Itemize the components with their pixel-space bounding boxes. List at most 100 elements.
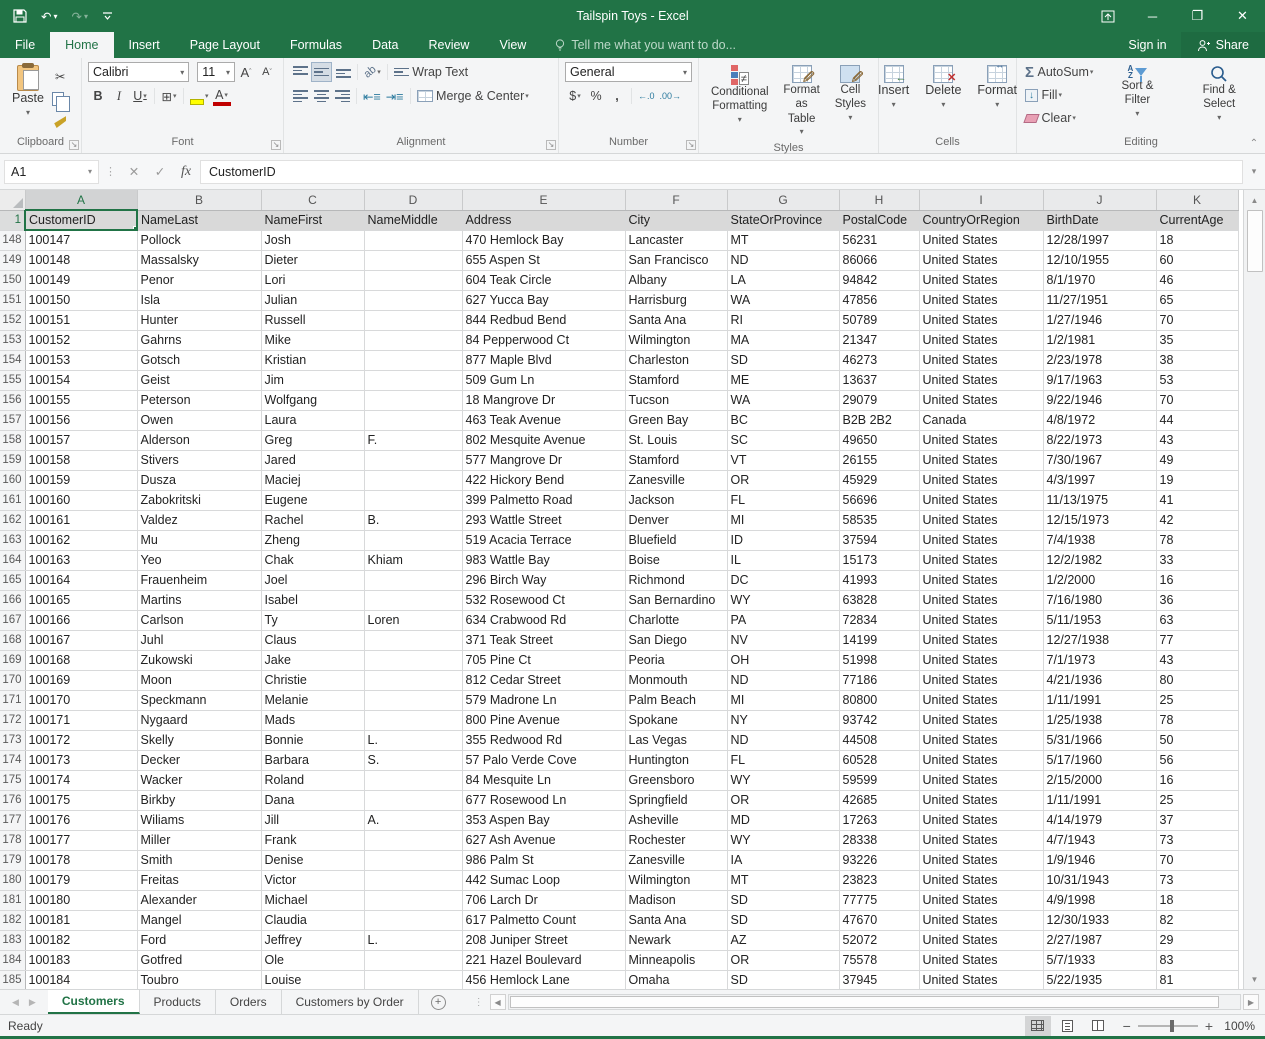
cell[interactable]: MI bbox=[727, 690, 839, 710]
cell[interactable]: Jake bbox=[261, 650, 364, 670]
cell[interactable]: Wacker bbox=[137, 770, 261, 790]
number-dialog-launcher[interactable]: ↘ bbox=[686, 140, 696, 150]
cell[interactable] bbox=[364, 570, 462, 590]
align-center-button[interactable] bbox=[311, 86, 331, 106]
cell[interactable]: 706 Larch Dr bbox=[462, 890, 625, 910]
row-header[interactable]: 181 bbox=[0, 890, 25, 910]
cell[interactable]: 29079 bbox=[839, 390, 919, 410]
cell[interactable]: 100161 bbox=[25, 510, 137, 530]
redo-button[interactable]: ↷▾ bbox=[67, 6, 94, 27]
cell[interactable]: Isla bbox=[137, 290, 261, 310]
cell[interactable]: United States bbox=[919, 290, 1043, 310]
sheet-tab-products[interactable]: Products bbox=[140, 990, 216, 1014]
cell[interactable]: United States bbox=[919, 790, 1043, 810]
column-header-A[interactable]: A bbox=[25, 190, 137, 210]
row-header[interactable]: 168 bbox=[0, 630, 25, 650]
cell[interactable]: 100152 bbox=[25, 330, 137, 350]
cell[interactable]: 80800 bbox=[839, 690, 919, 710]
cell[interactable]: Bluefield bbox=[625, 530, 727, 550]
cell[interactable]: Alderson bbox=[137, 430, 261, 450]
cell[interactable]: 81 bbox=[1156, 970, 1238, 989]
column-header-E[interactable]: E bbox=[462, 190, 625, 210]
cell[interactable]: 4/21/1936 bbox=[1043, 670, 1156, 690]
zoom-in-button[interactable]: + bbox=[1205, 1018, 1213, 1034]
row-header[interactable]: 165 bbox=[0, 570, 25, 590]
cell[interactable]: 293 Wattle Street bbox=[462, 510, 625, 530]
cell[interactable]: 35 bbox=[1156, 330, 1238, 350]
cell[interactable]: United States bbox=[919, 690, 1043, 710]
cell[interactable]: 1/11/1991 bbox=[1043, 690, 1156, 710]
cell[interactable]: 655 Aspen St bbox=[462, 250, 625, 270]
cell[interactable]: 100179 bbox=[25, 870, 137, 890]
row-header[interactable]: 152 bbox=[0, 310, 25, 330]
cell[interactable]: 100163 bbox=[25, 550, 137, 570]
cell[interactable]: Greensboro bbox=[625, 770, 727, 790]
cell[interactable] bbox=[364, 450, 462, 470]
cell[interactable]: Russell bbox=[261, 310, 364, 330]
cell[interactable] bbox=[364, 350, 462, 370]
cell[interactable]: 53 bbox=[1156, 370, 1238, 390]
column-header-G[interactable]: G bbox=[727, 190, 839, 210]
cell[interactable]: 812 Cedar Street bbox=[462, 670, 625, 690]
row-header[interactable]: 150 bbox=[0, 270, 25, 290]
cell[interactable]: Loren bbox=[364, 610, 462, 630]
cell[interactable]: 19 bbox=[1156, 470, 1238, 490]
cell[interactable]: 100153 bbox=[25, 350, 137, 370]
cell[interactable]: SD bbox=[727, 970, 839, 989]
cell[interactable]: United States bbox=[919, 450, 1043, 470]
cell[interactable]: Greg bbox=[261, 430, 364, 450]
cell[interactable]: Zabokritski bbox=[137, 490, 261, 510]
clear-button[interactable]: Clear▾ bbox=[1023, 108, 1078, 128]
cell[interactable]: AZ bbox=[727, 930, 839, 950]
cell[interactable]: Denise bbox=[261, 850, 364, 870]
cell[interactable]: WY bbox=[727, 830, 839, 850]
cell[interactable]: 72834 bbox=[839, 610, 919, 630]
cell[interactable]: Santa Ana bbox=[625, 910, 727, 930]
cell[interactable] bbox=[364, 970, 462, 989]
copy-button[interactable]: ▾ bbox=[50, 89, 71, 109]
cell[interactable]: DC bbox=[727, 570, 839, 590]
cell[interactable]: Mike bbox=[261, 330, 364, 350]
cell[interactable] bbox=[364, 330, 462, 350]
cell[interactable]: Mads bbox=[261, 710, 364, 730]
column-header-J[interactable]: J bbox=[1043, 190, 1156, 210]
row-header[interactable]: 162 bbox=[0, 510, 25, 530]
cell[interactable] bbox=[364, 790, 462, 810]
tab-scroll-splitter[interactable]: ⋮ bbox=[474, 997, 484, 1008]
cell[interactable]: 2/27/1987 bbox=[1043, 930, 1156, 950]
formula-input[interactable]: CustomerID bbox=[200, 160, 1243, 184]
cell[interactable]: SD bbox=[727, 350, 839, 370]
cell[interactable]: StateOrProvince bbox=[727, 210, 839, 230]
cell[interactable]: MI bbox=[727, 510, 839, 530]
cell[interactable]: ND bbox=[727, 730, 839, 750]
row-header[interactable]: 151 bbox=[0, 290, 25, 310]
cell[interactable]: 456 Hemlock Lane bbox=[462, 970, 625, 989]
cell[interactable]: United States bbox=[919, 530, 1043, 550]
wrap-text-button[interactable]: Wrap Text bbox=[392, 62, 470, 82]
font-size-combo[interactable]: 11▾ bbox=[197, 62, 235, 82]
cell[interactable]: 5/22/1935 bbox=[1043, 970, 1156, 989]
cell[interactable]: City bbox=[625, 210, 727, 230]
cell[interactable]: 65 bbox=[1156, 290, 1238, 310]
cell[interactable]: 1/2/2000 bbox=[1043, 570, 1156, 590]
cell[interactable]: 21347 bbox=[839, 330, 919, 350]
cell[interactable]: CurrentAge bbox=[1156, 210, 1238, 230]
cell[interactable]: F. bbox=[364, 430, 462, 450]
cell[interactable]: 983 Wattle Bay bbox=[462, 550, 625, 570]
cell[interactable]: 84 Pepperwood Ct bbox=[462, 330, 625, 350]
cell[interactable]: Wolfgang bbox=[261, 390, 364, 410]
cell[interactable]: 49650 bbox=[839, 430, 919, 450]
cut-button[interactable]: ✂ bbox=[50, 66, 71, 86]
zoom-slider[interactable] bbox=[1138, 1025, 1198, 1027]
tab-home[interactable]: Home bbox=[50, 32, 113, 58]
close-button[interactable]: ✕ bbox=[1220, 0, 1265, 32]
cell[interactable]: 86066 bbox=[839, 250, 919, 270]
cell[interactable]: 49 bbox=[1156, 450, 1238, 470]
row-header[interactable]: 183 bbox=[0, 930, 25, 950]
cell[interactable]: 579 Madrone Ln bbox=[462, 690, 625, 710]
cell[interactable]: 355 Redwood Rd bbox=[462, 730, 625, 750]
sheet-tab-customers[interactable]: Customers bbox=[48, 990, 140, 1014]
cell[interactable] bbox=[364, 690, 462, 710]
cell[interactable]: 800 Pine Avenue bbox=[462, 710, 625, 730]
cell[interactable]: Zukowski bbox=[137, 650, 261, 670]
